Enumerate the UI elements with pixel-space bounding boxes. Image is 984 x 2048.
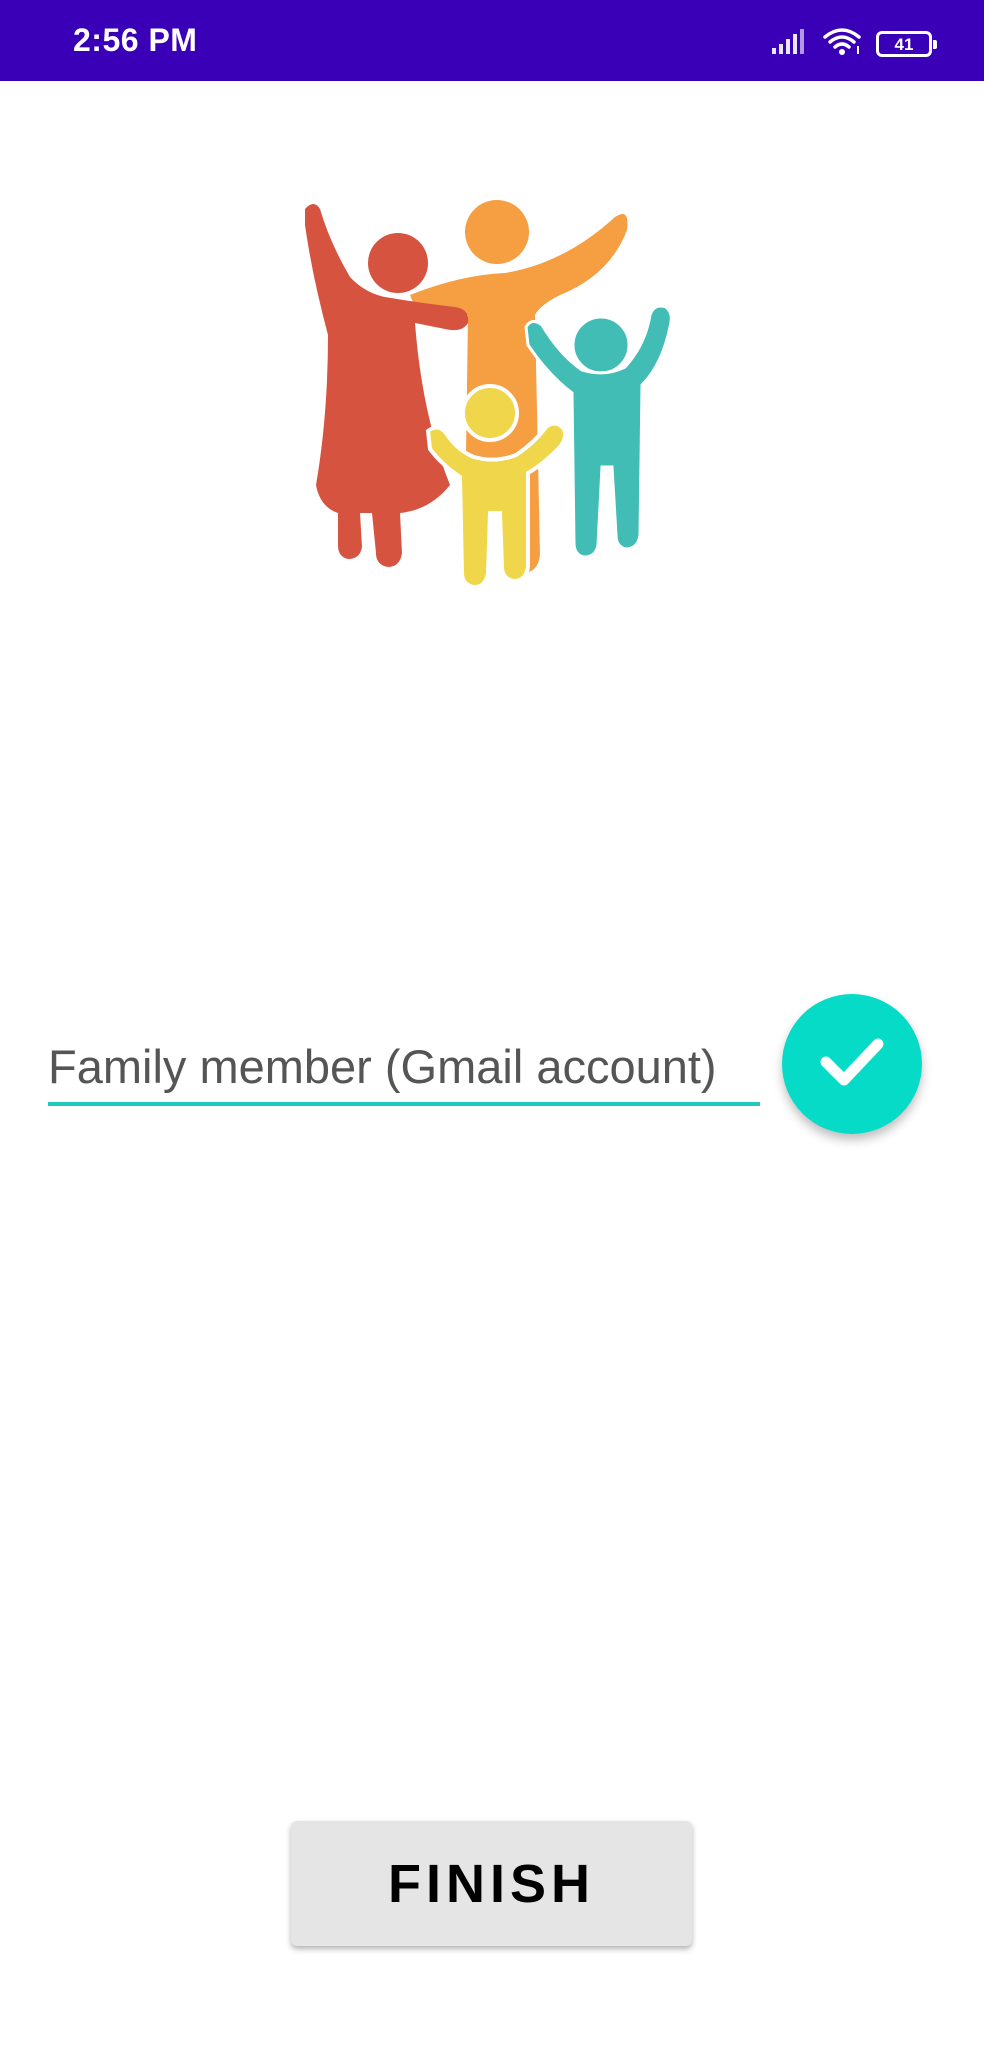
status-time: 2:56 PM <box>73 22 198 58</box>
screen: 2:56 PM 41 Family member (Gmail account)… <box>0 0 984 2048</box>
cellular-signal-icon <box>770 28 808 61</box>
wifi-icon <box>822 27 862 62</box>
family-logo-icon <box>290 195 690 595</box>
battery-icon: 41 <box>876 31 937 57</box>
member-input-row <box>48 1030 760 1106</box>
confirm-button[interactable] <box>782 994 922 1134</box>
finish-button-label: FINISH <box>387 1853 595 1914</box>
status-icons: 41 <box>770 24 937 64</box>
battery-level: 41 <box>894 34 914 54</box>
family-member-email-input[interactable] <box>48 1030 760 1106</box>
finish-button[interactable]: FINISH <box>291 1821 692 1946</box>
status-bar: 2:56 PM 41 <box>0 0 984 81</box>
checkmark-icon <box>820 1036 884 1093</box>
